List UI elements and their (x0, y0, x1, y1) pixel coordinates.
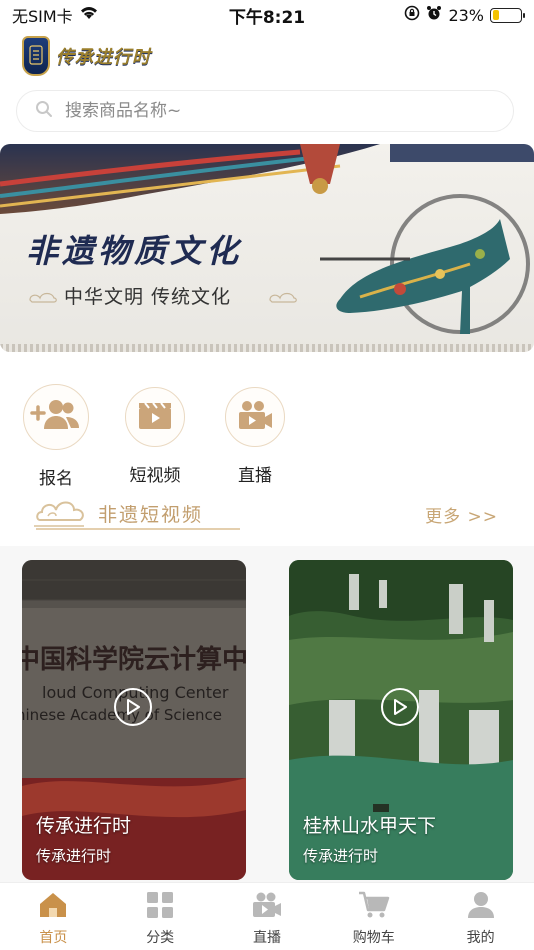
tab-label: 我的 (466, 930, 495, 946)
quick-action-icon-circle (225, 387, 285, 447)
search-bar[interactable] (16, 90, 514, 132)
user-icon (467, 891, 495, 923)
quick-action-live[interactable]: 直播 (210, 384, 300, 486)
wifi-icon (79, 5, 99, 25)
tab-bar: 首页 分类 直播 购物车 我的 (0, 882, 534, 950)
app-header: 传承进行时 (22, 36, 151, 76)
app-logo-icon (22, 36, 50, 76)
video-camera-icon (237, 399, 273, 435)
quick-action-signup[interactable]: 报名 (11, 384, 101, 489)
play-icon[interactable] (381, 688, 419, 726)
status-bar: 无SIM卡 下午8:21 23% (0, 0, 534, 30)
quick-action-label: 报名 (39, 469, 73, 489)
video-card[interactable]: 中国科学院云计算中 loud Computing Center hinese A… (22, 560, 246, 880)
banner-subtitle: 中华文明 传统文化 (64, 286, 232, 308)
tab-category[interactable]: 分类 (107, 883, 214, 950)
banner-cloud-icon (29, 292, 57, 303)
tab-label: 购物车 (352, 930, 395, 946)
video-grid: 中国科学院云计算中 loud Computing Center hinese A… (0, 546, 534, 882)
quick-action-label: 直播 (238, 466, 272, 486)
battery-percent: 23% (448, 5, 484, 25)
quick-action-icon-circle (23, 384, 89, 450)
video-subtitle: 传承进行时 (36, 847, 112, 865)
quick-action-short-video[interactable]: 短视频 (110, 384, 200, 486)
tab-home[interactable]: 首页 (0, 883, 107, 950)
clapperboard-icon (137, 399, 173, 435)
status-right: 23% (404, 5, 525, 25)
video-camera-icon (252, 891, 282, 923)
rotation-lock-icon (404, 5, 420, 25)
banner-border (0, 344, 534, 352)
alarm-icon (426, 5, 442, 25)
auspicious-cloud-icon (34, 494, 90, 532)
banner[interactable]: 非遗物质文化 中华文明 传统文化 (0, 144, 534, 352)
tab-label: 分类 (146, 930, 175, 946)
add-user-icon (30, 397, 82, 437)
search-input[interactable] (65, 101, 465, 121)
play-icon[interactable] (114, 688, 152, 726)
tab-label: 直播 (252, 930, 281, 946)
tab-live[interactable]: 直播 (214, 883, 321, 950)
video-title: 传承进行时 (36, 815, 132, 837)
section-title: 非遗短视频 (98, 504, 204, 526)
carrier-label: 无SIM卡 (12, 7, 73, 26)
banner-cloud-icon (269, 292, 297, 303)
section-underline (36, 528, 240, 530)
tab-label: 首页 (39, 930, 68, 946)
video-subtitle: 传承进行时 (303, 847, 379, 865)
tab-cart[interactable]: 购物车 (320, 883, 427, 950)
banner-shoe-image (320, 194, 530, 334)
quick-action-label: 短视频 (129, 466, 181, 486)
cart-icon (358, 891, 390, 923)
battery-level (492, 10, 499, 20)
section-header: 非遗短视频 更多 >> (34, 494, 498, 534)
video-card[interactable]: 桂林山水甲天下 传承进行时 (289, 560, 513, 880)
video-title: 桂林山水甲天下 (303, 815, 437, 837)
tab-profile[interactable]: 我的 (427, 883, 534, 950)
quick-action-icon-circle (125, 387, 185, 447)
search-icon (35, 100, 53, 122)
grid-icon (146, 891, 174, 923)
status-left: 无SIM卡 (12, 3, 99, 27)
section-more-link[interactable]: 更多 >> (425, 502, 498, 527)
home-icon (38, 891, 68, 923)
banner-title: 非遗物质文化 (26, 232, 243, 270)
battery-icon (490, 7, 525, 23)
quick-actions: 报名 短视频 直播 (0, 384, 534, 489)
app-logo-text: 传承进行时 (56, 47, 151, 68)
